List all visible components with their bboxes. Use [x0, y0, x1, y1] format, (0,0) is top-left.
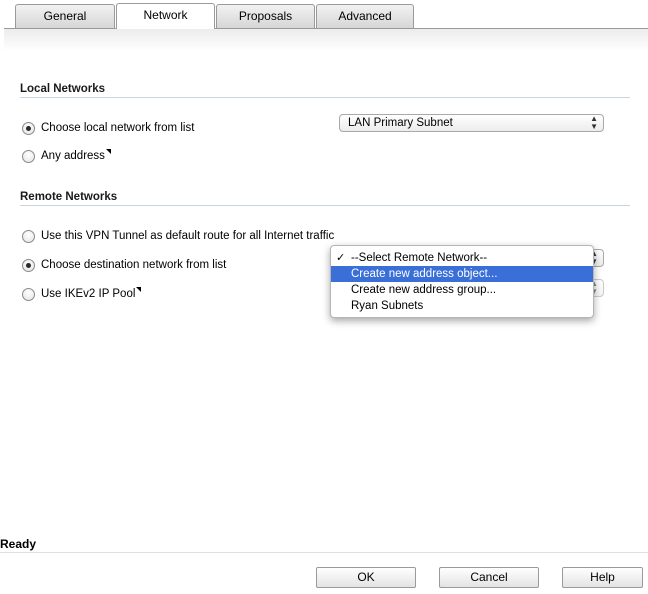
- tab-proposals[interactable]: Proposals: [216, 4, 315, 28]
- radio-label-text: Any address: [41, 150, 105, 162]
- status-text: Ready: [0, 537, 37, 551]
- local-network-select[interactable]: LAN Primary Subnet ▲ ▼: [339, 114, 604, 132]
- radio-button[interactable]: [22, 149, 35, 163]
- dropdown-item-ryan-subnets[interactable]: Ryan Subnets: [331, 298, 593, 314]
- radio-button-checked[interactable]: [22, 121, 35, 135]
- radio-any-address[interactable]: Any address: [22, 148, 111, 164]
- radio-label-text: Use IKEv2 IP Pool: [41, 288, 136, 300]
- tab-network-label: Network: [143, 8, 188, 22]
- cancel-button[interactable]: Cancel: [439, 567, 539, 588]
- dropdown-item-create-address-group[interactable]: Create new address group...: [331, 282, 593, 298]
- dropdown-item-label: --Select Remote Network--: [351, 252, 488, 264]
- tab-general-label: General: [43, 9, 87, 23]
- tooltip-corner-icon[interactable]: [105, 149, 111, 154]
- ok-button[interactable]: OK: [316, 567, 416, 588]
- remote-networks-divider: [20, 205, 630, 206]
- cancel-button-label: Cancel: [470, 570, 508, 584]
- radio-default-route[interactable]: Use this VPN Tunnel as default route for…: [22, 228, 334, 244]
- tab-proposals-label: Proposals: [238, 9, 293, 23]
- dropdown-item-create-address-object[interactable]: Create new address object...: [331, 266, 593, 282]
- dropdown-item-label: Create new address group...: [351, 284, 497, 296]
- remote-networks-title: Remote Networks: [20, 191, 118, 203]
- radio-choose-destination-network[interactable]: Choose destination network from list: [22, 257, 226, 273]
- tab-bar: General Network Proposals Advanced: [0, 0, 648, 29]
- remote-network-dropdown: ✓ --Select Remote Network-- Create new a…: [330, 245, 594, 318]
- radio-label: Choose destination network from list: [41, 259, 227, 271]
- tooltip-corner-icon[interactable]: [136, 287, 142, 292]
- local-network-select-value: LAN Primary Subnet: [348, 117, 453, 129]
- radio-choose-local-network[interactable]: Choose local network from list: [22, 120, 194, 136]
- radio-button[interactable]: [22, 287, 35, 301]
- radio-label: Use this VPN Tunnel as default route for…: [41, 230, 335, 242]
- tab-advanced-label: Advanced: [338, 9, 392, 23]
- tab-network[interactable]: Network: [116, 3, 215, 29]
- tab-general[interactable]: General: [15, 4, 115, 28]
- help-button-label: Help: [590, 570, 615, 584]
- dropdown-item-label: Create new address object...: [351, 268, 498, 280]
- select-arrows-icon: ▲ ▼: [590, 114, 598, 131]
- local-networks-divider: [20, 97, 630, 98]
- status-divider: [0, 552, 648, 553]
- radio-button-checked[interactable]: [22, 258, 35, 272]
- header-shade: [4, 29, 648, 51]
- radio-label: Choose local network from list: [41, 122, 195, 134]
- dropdown-item-label: Ryan Subnets: [351, 300, 424, 312]
- radio-ikev2-ip-pool[interactable]: Use IKEv2 IP Pool: [22, 286, 142, 302]
- radio-label: Use IKEv2 IP Pool: [41, 287, 142, 300]
- help-button[interactable]: Help: [562, 567, 643, 588]
- local-networks-title: Local Networks: [20, 83, 105, 95]
- tab-advanced[interactable]: Advanced: [316, 4, 414, 28]
- dropdown-item-select-remote-network[interactable]: ✓ --Select Remote Network--: [331, 250, 593, 266]
- checkmark-icon: ✓: [336, 252, 346, 264]
- radio-button[interactable]: [22, 229, 35, 243]
- ok-button-label: OK: [357, 570, 375, 584]
- radio-label: Any address: [41, 149, 111, 162]
